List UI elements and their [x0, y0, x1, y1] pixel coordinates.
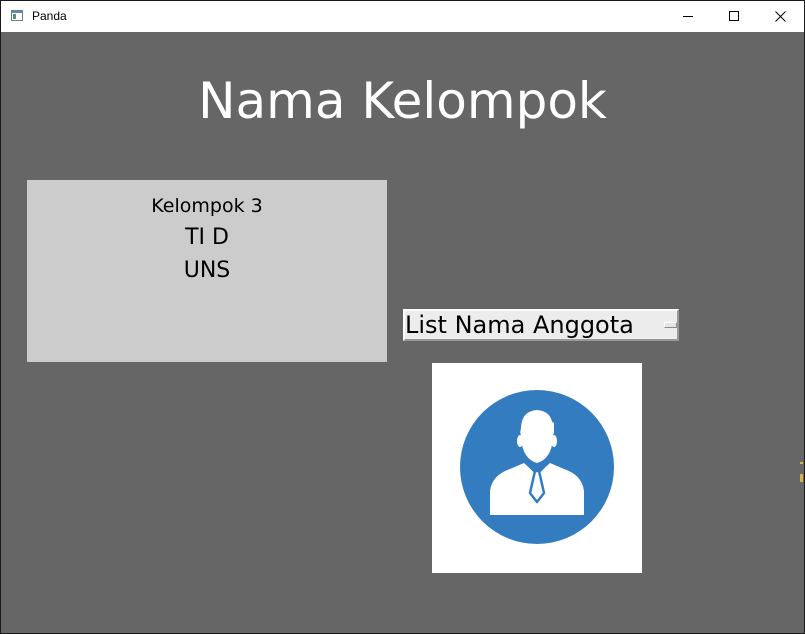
class-label: TI D [185, 225, 229, 250]
title-bar[interactable]: Panda [1, 1, 804, 32]
maximize-icon [728, 11, 739, 21]
app-window: Panda Nama Kelompok Kelompok 3 TI D UNS [0, 0, 805, 634]
close-icon [774, 11, 786, 22]
window-app-icon [11, 10, 23, 21]
dropdown-selected-value: List Nama Anggota [405, 311, 634, 339]
person-avatar-icon [460, 390, 614, 544]
background-artifact [800, 462, 803, 482]
close-button[interactable] [757, 1, 803, 32]
group-number-label: Kelompok 3 [151, 195, 263, 217]
university-label: UNS [183, 258, 231, 283]
dropdown-indicator-icon[interactable] [664, 322, 677, 328]
maximize-button[interactable] [711, 1, 757, 32]
minimize-icon [682, 16, 693, 17]
main-area: Nama Kelompok Kelompok 3 TI D UNS List N… [1, 32, 804, 633]
page-title: Nama Kelompok [198, 72, 607, 130]
minimize-button[interactable] [665, 1, 711, 32]
group-info-panel: Kelompok 3 TI D UNS [27, 180, 387, 362]
avatar-image [432, 363, 642, 573]
window-title: Panda [32, 9, 67, 23]
member-list-dropdown[interactable]: List Nama Anggota [403, 309, 679, 341]
